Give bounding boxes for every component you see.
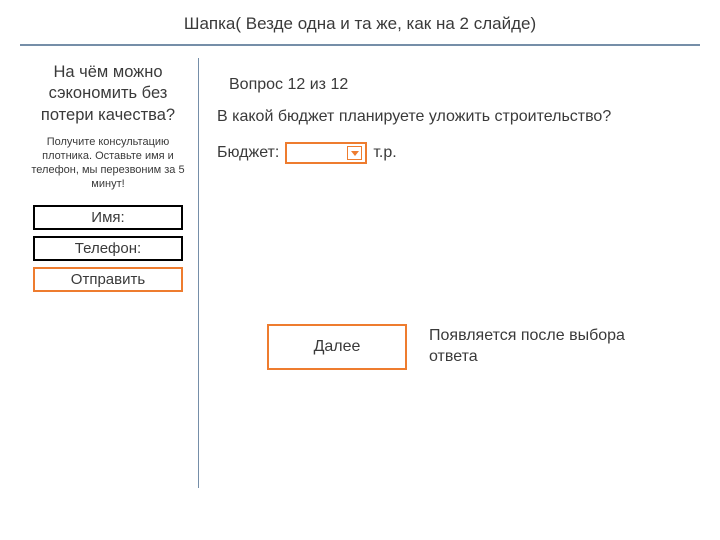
sidebar: На чём можно сэкономить без потери качес… (18, 58, 196, 488)
next-row: Далее Появляется после выбора ответа (267, 324, 702, 370)
question-text: В какой бюджет планируете уложить строит… (217, 108, 702, 126)
submit-button[interactable]: Отправить (33, 267, 183, 292)
budget-unit: т.р. (373, 144, 396, 162)
sidebar-subtitle: Получите консультацию плотника. Оставьте… (26, 136, 190, 191)
content: На чём можно сэкономить без потери качес… (0, 46, 720, 488)
main-area: Вопрос 12 из 12 В какой бюджет планирует… (203, 58, 702, 488)
vertical-divider (198, 58, 199, 488)
name-field[interactable]: Имя: (33, 205, 183, 230)
budget-label: Бюджет: (217, 144, 279, 162)
phone-field[interactable]: Телефон: (33, 236, 183, 261)
dropdown-icon (347, 146, 362, 160)
budget-select[interactable] (285, 142, 367, 164)
next-button[interactable]: Далее (267, 324, 407, 370)
sidebar-title: На чём можно сэкономить без потери качес… (26, 62, 190, 126)
question-counter: Вопрос 12 из 12 (229, 76, 702, 94)
next-note: Появляется после выбора ответа (429, 326, 639, 368)
budget-row: Бюджет: т.р. (217, 142, 702, 164)
page-header: Шапка( Везде одна и та же, как на 2 слай… (0, 0, 720, 44)
